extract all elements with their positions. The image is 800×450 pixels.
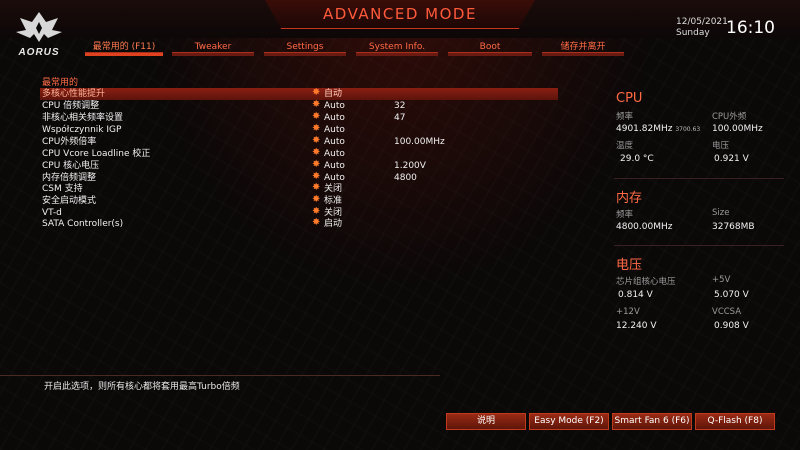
cpu-freq-sub: 3700.63 [675,126,701,133]
mem-size-label: Size [712,208,730,218]
mem-size-value: 32768MB [712,222,755,232]
star-icon: ✸ [312,99,321,110]
monitor-divider [614,178,784,179]
setting-row-igp-ratio[interactable]: Współczynnik IGP ✸ Auto [40,123,558,136]
smart-fan-button[interactable]: Smart Fan 6 (F6) [612,413,692,430]
tab-save-exit[interactable]: 储存并离开 [542,40,624,56]
cpu-freq-label: 频率 [616,112,634,122]
setting-row-csm-support[interactable]: CSM 支持 ✸ 关闭 [40,182,558,195]
star-icon: ✸ [312,87,321,98]
p5v-value: 5.070 V [714,290,749,300]
cpu-volt-label: 电压 [712,141,730,151]
setting-current: 1.200V [394,161,426,171]
star-icon: ✸ [312,111,321,122]
setting-label: 非核心相关频率设置 [42,113,124,123]
p12v-value: 12.240 V [616,321,657,331]
mem-freq-label: 频率 [616,210,634,220]
help-description: 开启此选项，则所有核心都将套用最高Turbo倍频 [44,382,240,392]
setting-value[interactable]: 标准 [324,195,342,207]
setting-label: CPU外频倍率 [42,137,97,147]
star-icon: ✸ [312,217,321,228]
star-icon: ✸ [312,135,321,146]
svg-text:AORUS: AORUS [17,47,59,58]
setting-value[interactable]: Auto [324,112,345,124]
setting-label: CPU 核心电压 [42,161,100,171]
star-icon: ✸ [312,159,321,170]
aorus-logo: AORUS [10,8,68,60]
tab-tweaker[interactable]: Tweaker [172,40,254,56]
setting-row-vcore-loadline[interactable]: CPU Vcore Loadline 校正 ✸ Auto [40,147,558,160]
setting-row-cpu-ratio[interactable]: CPU 倍频调整 ✸ Auto 32 [40,99,558,112]
vccsa-value: 0.908 V [714,321,749,331]
setting-value[interactable]: 关闭 [324,183,342,195]
setting-row-secure-boot-mode[interactable]: 安全启动模式 ✸ 标准 [40,194,558,207]
clock[interactable]: 16:10 [726,18,775,38]
help-button[interactable]: 说明 [446,413,526,430]
setting-value[interactable]: Auto [324,136,345,148]
star-icon: ✸ [312,194,321,205]
setting-row-sata-controllers[interactable]: SATA Controller(s) ✸ 启动 [40,217,558,230]
setting-label: Współczynnik IGP [42,125,122,135]
tab-underline [356,52,438,56]
tab-underline [542,52,624,56]
star-icon: ✸ [312,147,321,158]
chipset-volt-label: 芯片组核心电压 [616,277,676,287]
setting-value[interactable]: Auto [324,160,345,172]
p12v-label: +12V [616,307,640,317]
setting-label: 多核心性能提升 [42,89,106,99]
setting-label: SATA Controller(s) [42,219,124,229]
date-display: 12/05/2021 Sunday [676,17,728,39]
setting-value[interactable]: Auto [324,100,345,112]
setting-label: CPU Vcore Loadline 校正 [42,149,151,159]
star-icon: ✸ [312,123,321,134]
cpu-freq-main: 4901.82MHz [616,124,673,134]
vccsa-label: VCCSA [712,307,742,317]
tab-boot[interactable]: Boot [448,40,532,56]
cpu-freq-value: 4901.82MHz 3700.63 [616,124,700,134]
memory-section-title: 内存 [616,191,643,206]
easy-mode-button[interactable]: Easy Mode (F2) [529,413,609,430]
setting-row-cpu-vcore[interactable]: CPU 核心电压 ✸ Auto 1.200V [40,159,558,172]
setting-value[interactable]: Auto [324,124,345,136]
cpu-temp-value: 29.0 °C [620,154,654,164]
cpu-volt-value: 0.921 V [714,154,749,164]
cpu-bclk-label: CPU外频 [712,112,747,122]
tab-settings[interactable]: Settings [264,40,346,56]
setting-current: 32 [394,101,406,111]
monitor-divider [614,245,784,246]
setting-label: CPU 倍频调整 [42,101,100,111]
setting-row-multicore-enhancement[interactable]: 多核心性能提升 ✸ 自动 [40,87,558,100]
mode-title: ADVANCED MODE [323,5,477,23]
setting-value[interactable]: 启动 [324,218,342,230]
voltage-section-title: 电压 [616,258,643,273]
tab-underline [448,52,532,56]
tab-underline [85,52,163,56]
cpu-section-title: CPU [616,91,643,106]
mem-freq-value: 4800.00MHz [616,222,673,232]
setting-current: 100.00MHz [394,137,445,147]
date-text: 12/05/2021 [676,17,728,27]
eagle-icon: AORUS [16,12,62,58]
tab-system-info[interactable]: System Info. [356,40,438,56]
setting-value[interactable]: Auto [324,148,345,160]
cpu-bclk-value: 100.00MHz [712,124,763,134]
tab-underline [172,52,254,56]
setting-label: CSM 支持 [42,184,83,194]
qflash-button[interactable]: Q-Flash (F8) [695,413,775,430]
setting-value[interactable]: 自动 [324,88,342,100]
setting-row-uncore-ratio[interactable]: 非核心相关频率设置 ✸ Auto 47 [40,111,558,124]
cpu-temp-label: 温度 [616,141,634,151]
setting-label: 安全启动模式 [42,196,97,206]
tab-favorites[interactable]: 最常用的 (F11) [85,40,163,56]
tab-underline [264,52,346,56]
p5v-label: +5V [712,275,731,285]
weekday-text: Sunday [676,28,710,38]
setting-current: 47 [394,113,406,123]
chipset-volt-value: 0.814 V [618,290,653,300]
help-divider [0,375,440,376]
section-title: 最常用的 [42,78,79,88]
star-icon: ✸ [312,182,321,193]
setting-row-bclk[interactable]: CPU外频倍率 ✸ Auto 100.00MHz [40,135,558,148]
